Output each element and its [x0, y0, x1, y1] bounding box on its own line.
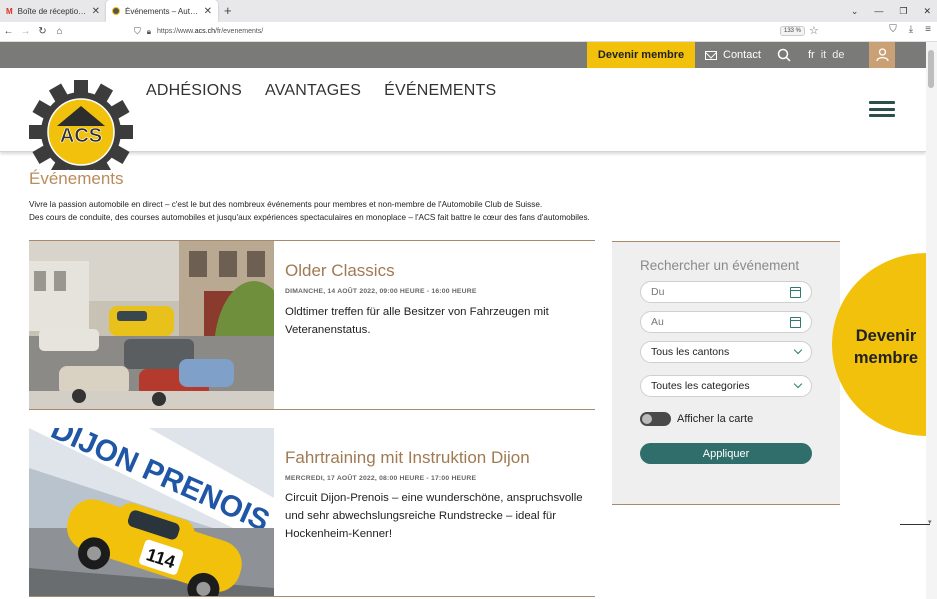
- calendar-icon[interactable]: [790, 286, 801, 298]
- close-tab-icon[interactable]: ✕: [204, 6, 212, 17]
- tab-title: Événements – Automobile Club de: [125, 6, 199, 16]
- event-date: DIMANCHE, 14 AOÛT 2022, 09:00 HEURE - 16…: [285, 288, 477, 295]
- date-to-field[interactable]: Au: [640, 311, 812, 333]
- tab-title: Boîte de réception (2) - dpinter: [17, 6, 87, 16]
- event-search-panel: Rechercher un événement Du Au Tous les c…: [612, 241, 840, 505]
- search-icon[interactable]: [777, 48, 791, 62]
- become-member-promo[interactable]: Devenir membre: [832, 253, 926, 436]
- search-panel-title: Rechercher un événement: [640, 258, 800, 273]
- canton-select[interactable]: Tous les cantons: [640, 341, 812, 363]
- become-member-button[interactable]: Devenir membre: [587, 42, 695, 68]
- main-navigation: ADHÉSIONS AVANTAGES ÉVÉNEMENTS: [146, 82, 496, 100]
- date-from-placeholder: Du: [651, 286, 665, 298]
- back-icon[interactable]: ←: [0, 26, 17, 37]
- zoom-level[interactable]: 133 %: [780, 26, 806, 36]
- close-tab-icon[interactable]: ✕: [92, 6, 100, 17]
- intro-line: Vivre la passion automobile en direct – …: [29, 200, 543, 209]
- apply-button[interactable]: Appliquer: [640, 443, 812, 464]
- chevron-down-icon[interactable]: ⌄: [851, 6, 859, 17]
- event-date: MERCREDI, 17 AOÛT 2022, 08:00 HEURE - 17…: [285, 475, 477, 482]
- contact-label: Contact: [723, 49, 761, 61]
- event-title[interactable]: Older Classics: [285, 261, 395, 281]
- page-title: Événements: [29, 169, 124, 188]
- new-tab-button[interactable]: +: [224, 0, 232, 22]
- browser-tabbar: M Boîte de réception (2) - dpinter ✕ Évé…: [0, 0, 937, 22]
- calendar-icon[interactable]: [790, 316, 801, 328]
- contact-link[interactable]: Contact: [705, 42, 761, 68]
- download-icon[interactable]: ⤓: [909, 24, 913, 35]
- close-window-icon[interactable]: ✕: [923, 6, 931, 17]
- restore-icon[interactable]: ❐: [899, 6, 907, 17]
- nav-item-adhesions[interactable]: ADHÉSIONS: [146, 82, 242, 100]
- map-toggle-label: Afficher la carte: [677, 413, 754, 425]
- event-card-older-classics[interactable]: Older Classics DIMANCHE, 14 AOÛT 2022, 0…: [29, 241, 595, 410]
- url-text: https://www.acs.ch/fr/evenements/: [157, 28, 264, 35]
- forward-icon[interactable]: →: [17, 26, 34, 37]
- nav-item-evenements[interactable]: ÉVÉNEMENTS: [384, 82, 496, 100]
- map-toggle-row: Afficher la carte: [640, 412, 753, 426]
- reload-icon[interactable]: ↻: [34, 26, 51, 37]
- language-switcher: fr it de: [808, 42, 844, 68]
- lang-de[interactable]: de: [832, 49, 844, 61]
- event-image-classic-cars[interactable]: [29, 241, 274, 409]
- event-image-race-car[interactable]: DIJON PRENOIS 114: [29, 428, 274, 596]
- home-icon[interactable]: ⌂: [51, 26, 68, 37]
- category-select[interactable]: Toutes les categories: [640, 375, 812, 397]
- event-description: Oldtimer treffen für alle Besitzer von F…: [285, 306, 549, 336]
- date-to-placeholder: Au: [651, 316, 664, 328]
- toggle-knob: [642, 414, 652, 424]
- divider: [900, 524, 930, 525]
- pocket-icon[interactable]: ⛉: [889, 24, 897, 35]
- envelope-icon: [705, 50, 717, 60]
- date-from-field[interactable]: Du: [640, 281, 812, 303]
- browser-navbar: ← → ↻ ⌂ ⛉ 🔒︎ https://www.acs.ch/fr/evene…: [0, 22, 937, 42]
- promo-text: Devenir membre: [836, 325, 926, 369]
- intro-line: Des cours de conduite, des courses autom…: [29, 213, 590, 222]
- event-card-dijon[interactable]: DIJON PRENOIS 114 Fahrtraining mit Instr…: [29, 428, 595, 597]
- minimize-icon[interactable]: —: [874, 6, 883, 16]
- utility-bar: Devenir membre Contact fr it de: [0, 42, 926, 68]
- address-bar[interactable]: ⛉ 🔒︎ https://www.acs.ch/fr/evenements/: [134, 26, 263, 37]
- map-toggle[interactable]: [640, 412, 671, 426]
- lang-fr[interactable]: fr: [808, 49, 815, 61]
- user-icon: [875, 48, 889, 62]
- promo-line: Devenir: [855, 327, 917, 345]
- browser-toolbar-right: ⛉ ⤓ ≡: [889, 24, 931, 35]
- lock-icon: 🔒︎: [146, 26, 152, 36]
- chevron-down-icon: [793, 379, 803, 389]
- user-account-button[interactable]: [869, 42, 895, 68]
- shield-icon: ⛉: [134, 26, 141, 36]
- page-scrollbar[interactable]: ▾: [926, 42, 937, 599]
- acs-logo[interactable]: ACS: [28, 80, 134, 170]
- page-intro: Vivre la passion automobile en direct – …: [29, 198, 649, 224]
- nav-item-avantages[interactable]: AVANTAGES: [265, 82, 361, 100]
- browser-tab-events[interactable]: Événements – Automobile Club de ✕: [106, 0, 218, 22]
- scrollbar-thumb[interactable]: [928, 50, 934, 88]
- canton-select-value: Tous les cantons: [651, 346, 730, 358]
- gmail-icon: M: [6, 6, 13, 16]
- bookmark-star-icon[interactable]: ☆: [809, 24, 819, 37]
- lang-it[interactable]: it: [821, 49, 827, 61]
- event-description: Circuit Dijon-Prenois – eine wunderschön…: [285, 492, 583, 540]
- chevron-down-icon: [793, 345, 803, 355]
- promo-line: membre: [853, 349, 919, 367]
- window-controls: ⌄ — ❐ ✕: [851, 0, 931, 22]
- menu-icon[interactable]: ≡: [925, 24, 931, 35]
- category-select-value: Toutes les categories: [651, 380, 750, 392]
- site-header: [0, 68, 926, 152]
- browser-tab-inbox[interactable]: M Boîte de réception (2) - dpinter ✕: [0, 0, 106, 22]
- logo-text: ACS: [60, 125, 102, 147]
- site-favicon-icon: [112, 7, 120, 15]
- event-title[interactable]: Fahrtraining mit Instruktion Dijon: [285, 448, 530, 468]
- hamburger-menu-icon[interactable]: [869, 101, 895, 117]
